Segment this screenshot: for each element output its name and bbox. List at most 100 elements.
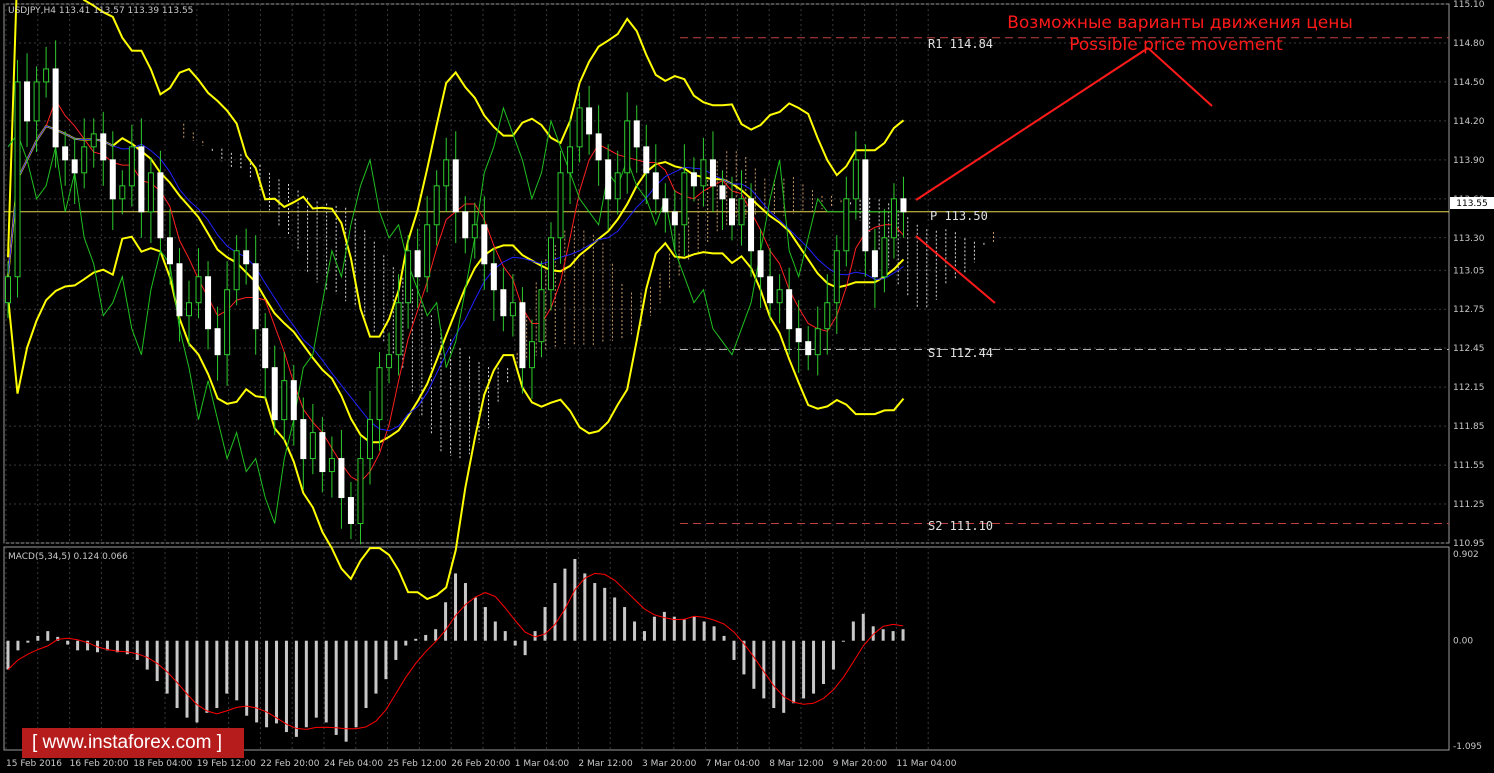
macd-bar	[821, 640, 825, 684]
macd-bar	[304, 640, 308, 728]
macd-bar	[483, 607, 487, 641]
candle-body	[662, 198, 669, 213]
macd-bar	[792, 640, 796, 704]
candle-body	[519, 302, 526, 369]
candle-body	[319, 432, 326, 473]
macd-bar	[235, 640, 239, 701]
annotation-ru: Возможные варианты движения цены	[1007, 13, 1353, 33]
candle-body	[300, 419, 307, 460]
candle-body	[614, 172, 621, 200]
price-tick: 110.95	[1453, 539, 1485, 549]
candle-body	[5, 276, 11, 304]
level-label-r1: R1 114.84	[928, 37, 993, 51]
candle-body	[205, 276, 212, 330]
candle-body	[690, 172, 697, 187]
candle-body	[357, 458, 364, 525]
macd-tick: 0.902	[1453, 550, 1479, 560]
macd-bar	[583, 573, 587, 641]
time-tick: 3 Mar 20:00	[642, 759, 697, 769]
macd-bar	[573, 558, 577, 641]
candle-body	[62, 146, 69, 161]
macd-tick: 0.00	[1453, 637, 1473, 647]
candle-body	[586, 107, 593, 135]
level-label-pivot: P 113.50	[930, 209, 988, 223]
macd-bar	[881, 629, 885, 641]
candle-body	[462, 211, 469, 239]
macd-bar	[682, 619, 686, 641]
candle-body	[281, 380, 288, 421]
candle-body	[43, 68, 50, 83]
current-price-label: 113.55	[1456, 199, 1488, 209]
macd-bar	[623, 607, 627, 641]
macd-bar	[831, 640, 835, 670]
macd-bar	[185, 640, 189, 718]
candle-body	[824, 302, 831, 330]
candle-body	[481, 224, 488, 265]
macd-bar	[275, 640, 279, 724]
candle-body	[881, 237, 888, 278]
candle-body	[528, 341, 535, 369]
candle-body	[643, 146, 650, 174]
candle-body	[548, 237, 554, 291]
candle-body	[414, 250, 421, 278]
candle-body	[900, 198, 907, 213]
time-tick: 15 Feb 2016	[6, 759, 62, 769]
macd-bar	[513, 640, 517, 646]
macd-bar	[901, 629, 905, 641]
price-tick: 113.30	[1453, 234, 1485, 244]
candle-body	[757, 250, 764, 278]
macd-bar	[364, 640, 368, 709]
time-tick: 7 Mar 04:00	[706, 759, 761, 769]
time-tick: 22 Feb 20:00	[260, 759, 319, 769]
candle-body	[500, 289, 507, 317]
candle-body	[557, 172, 564, 239]
candle-body	[424, 224, 431, 278]
annotation-en: Possible price movement	[1069, 35, 1283, 55]
candle-body	[138, 146, 145, 213]
macd-bar	[812, 640, 816, 694]
macd-tick: -1.095	[1453, 742, 1482, 752]
time-axis: 15 Feb 2016 16 Feb 20:00 18 Feb 04:00 19 Fe…	[6, 759, 957, 769]
candle-body	[24, 81, 31, 122]
time-tick: 1 Mar 04:00	[515, 759, 570, 769]
candle-body	[290, 380, 297, 421]
macd-bar	[652, 616, 656, 641]
macd-bar	[782, 640, 786, 713]
candle-body	[681, 172, 688, 226]
candle-body	[33, 81, 40, 122]
time-tick: 18 Feb 04:00	[133, 759, 192, 769]
macd-bar	[523, 640, 527, 656]
candle-body	[119, 185, 126, 200]
macd-bar	[215, 640, 219, 709]
macd-bar	[444, 602, 448, 641]
macd-bar	[16, 640, 20, 651]
level-label-s1: S1 112.44	[928, 346, 993, 360]
main-panel	[3, 3, 1450, 544]
macd-bar	[613, 597, 617, 641]
macd-bar	[195, 640, 199, 723]
candle-body	[195, 276, 202, 304]
macd-bar	[752, 640, 756, 689]
macd-bar	[145, 640, 149, 670]
candle-body	[224, 289, 231, 356]
macd-bar	[473, 597, 477, 641]
time-tick: 9 Mar 20:00	[833, 759, 888, 769]
candle-body	[652, 172, 659, 200]
candle-body	[395, 302, 402, 356]
macd-bar	[891, 631, 895, 641]
macd-bar	[314, 640, 318, 718]
candle-body	[367, 419, 373, 460]
candle-body	[671, 211, 678, 226]
candle-body	[871, 250, 878, 278]
price-tick: 112.15	[1453, 383, 1485, 393]
candle-body	[109, 159, 116, 200]
time-tick: 24 Feb 04:00	[324, 759, 383, 769]
macd-bar	[404, 640, 408, 646]
macd-bar	[225, 640, 229, 694]
price-tick: 114.80	[1453, 39, 1485, 49]
candle-body	[700, 159, 707, 187]
candle-body	[52, 68, 59, 148]
price-tick: 112.45	[1453, 344, 1485, 354]
macd-bar	[563, 568, 567, 641]
candle-body	[252, 263, 259, 330]
